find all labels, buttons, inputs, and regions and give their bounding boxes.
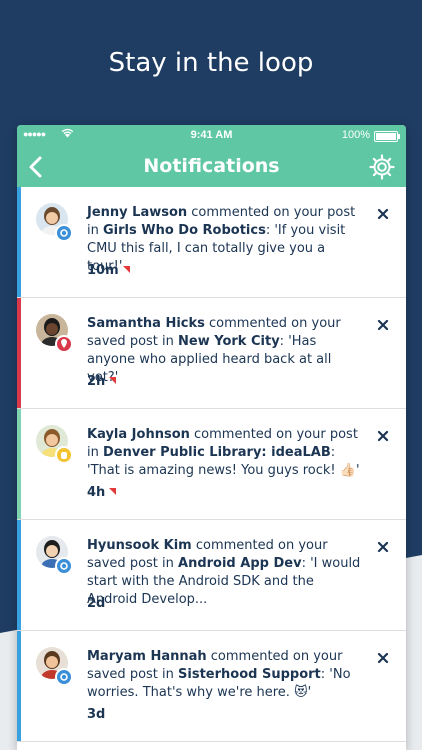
hand-badge-icon [55, 446, 73, 464]
timestamp: 10m [87, 263, 130, 278]
battery-percent: 100% [341, 129, 370, 141]
promo-title: Stay in the loop [108, 48, 314, 78]
group-name[interactable]: Denver Public Library: ideaLAB [103, 445, 331, 460]
commenter-name[interactable]: Maryam Hannah [87, 649, 207, 664]
flag-icon [109, 377, 117, 384]
time-text: 3d [87, 707, 106, 722]
timestamp: 2h [87, 374, 117, 389]
comment-excerpt: 'That is amazing news! You guys rock! 👍🏻… [87, 463, 360, 478]
separator: : [301, 556, 311, 571]
dismiss-close-icon[interactable] [376, 428, 390, 442]
notification-item-4[interactable]: Hyunsook Kim commented on your saved pos… [17, 520, 406, 631]
timestamp: 2d [87, 596, 105, 611]
group-name[interactable]: Girls Who Do Robotics [103, 223, 266, 238]
group-name[interactable]: New York City [178, 334, 280, 349]
accent-bar [17, 409, 21, 519]
notification-text: Hyunsook Kim commented on your saved pos… [87, 537, 361, 609]
notification-item-3[interactable]: Kayla Johnson commented on your post in … [17, 409, 406, 520]
accent-bar [17, 520, 21, 630]
group-name[interactable]: Sisterhood Support [178, 667, 321, 682]
gear-badge-icon [55, 224, 73, 242]
timestamp: 4h [87, 485, 117, 500]
notification-text: Samantha Hicks commented on your saved p… [87, 315, 361, 387]
location-pin-icon [55, 335, 73, 353]
time-text: 2d [87, 596, 106, 611]
commenter-name[interactable]: Samantha Hicks [87, 316, 205, 331]
dismiss-close-icon[interactable] [376, 650, 390, 664]
time-text: 2h [87, 374, 106, 389]
page-title: Notifications [143, 155, 280, 177]
notification-list: Jenny Lawson commented on your post in G… [17, 187, 406, 742]
notification-text: Maryam Hannah commented on your saved po… [87, 648, 361, 702]
accent-bar [17, 631, 21, 741]
flag-icon [122, 266, 130, 273]
battery-icon [374, 131, 400, 142]
phone-screen: ●●●●● 9:41 AM 100% Notifications Jenny L… [17, 125, 406, 750]
timestamp: 3d [87, 707, 105, 722]
dismiss-close-icon[interactable] [376, 539, 390, 553]
accent-bar [17, 298, 21, 408]
commenter-name[interactable]: Hyunsook Kim [87, 538, 192, 553]
status-bar: ●●●●● 9:41 AM 100% [17, 125, 406, 147]
gear-badge-icon [55, 557, 73, 575]
notification-text: Kayla Johnson commented on your post in … [87, 426, 361, 480]
separator: : [279, 334, 289, 349]
commenter-name[interactable]: Jenny Lawson [87, 205, 187, 220]
time-text: 10m [87, 263, 119, 278]
separator: : [320, 667, 330, 682]
separator: : [330, 445, 336, 460]
flag-icon [109, 488, 117, 495]
gear-badge-icon [55, 668, 73, 686]
navigation-bar: Notifications [17, 147, 406, 187]
group-name[interactable]: Android App Dev [178, 556, 302, 571]
dismiss-close-icon[interactable] [376, 206, 390, 220]
notification-item-5[interactable]: Maryam Hannah commented on your saved po… [17, 631, 406, 742]
notification-item-1[interactable]: Jenny Lawson commented on your post in G… [17, 187, 406, 298]
commenter-name[interactable]: Kayla Johnson [87, 427, 190, 442]
time-text: 4h [87, 485, 106, 500]
accent-bar [17, 187, 21, 297]
settings-gear-icon[interactable] [368, 153, 396, 181]
notification-item-2[interactable]: Samantha Hicks commented on your saved p… [17, 298, 406, 409]
dismiss-close-icon[interactable] [376, 317, 390, 331]
